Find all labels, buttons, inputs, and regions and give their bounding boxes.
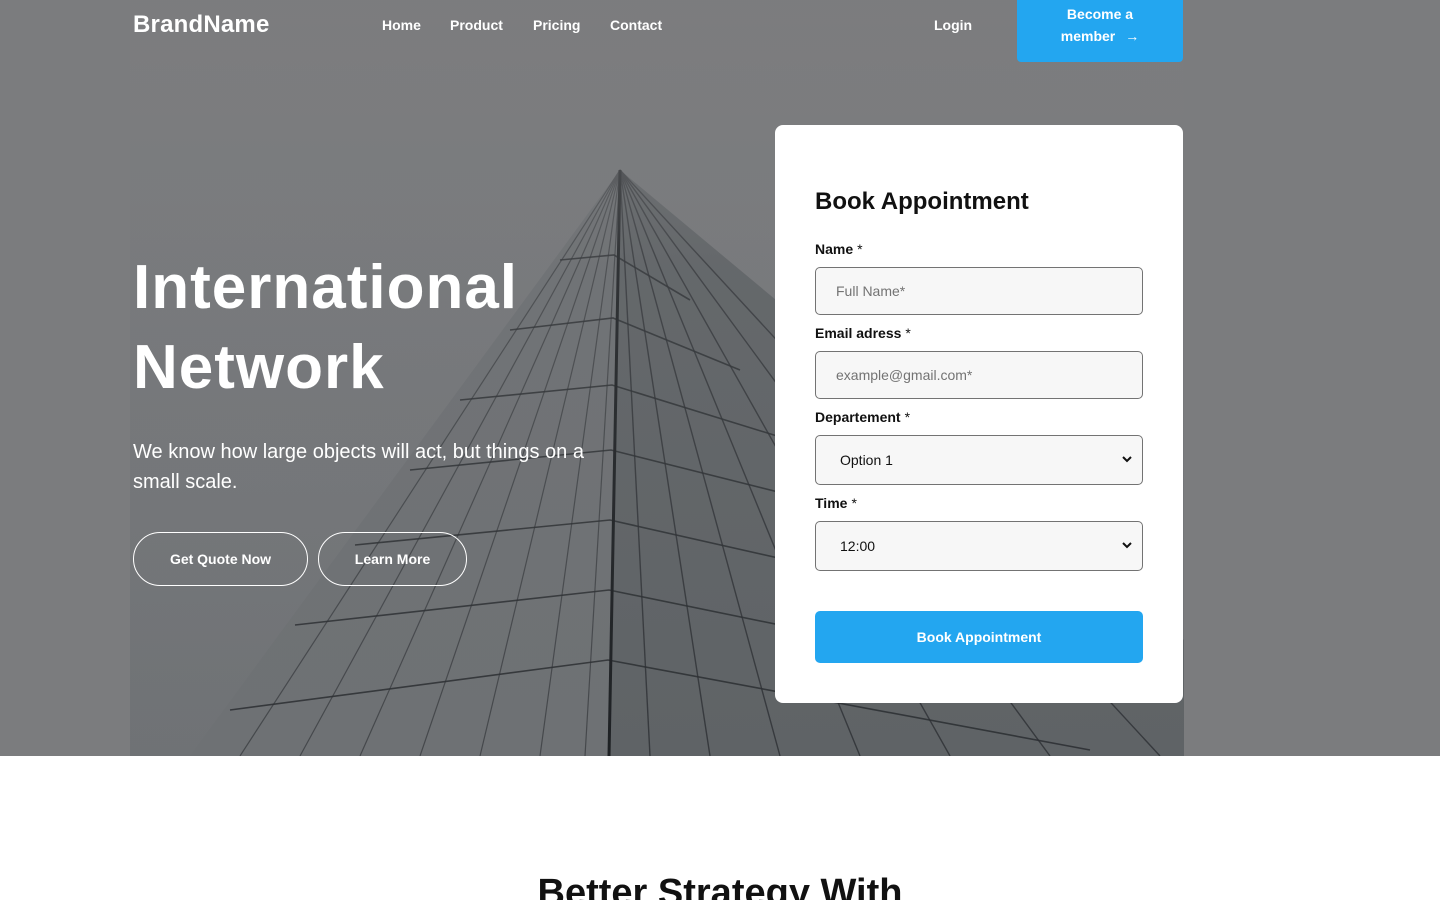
hero-title: International Network — [133, 248, 693, 408]
name-label: Name * — [815, 241, 863, 257]
section-heading: Better Strategy With — [537, 872, 903, 900]
time-selected-value: 12:00 — [840, 538, 876, 554]
get-quote-button[interactable]: Get Quote Now — [133, 532, 308, 586]
department-selected-value: Option 1 — [840, 452, 893, 468]
chevron-down-icon — [1122, 456, 1132, 463]
hero-title-line2: Network — [133, 333, 385, 402]
member-button-line1: Become a — [1066, 6, 1134, 22]
arrow-right-icon: → — [1125, 28, 1140, 44]
appointment-form-card: Book Appointment Name* Email adress* Dep… — [775, 125, 1183, 703]
form-title: Book Appointment — [815, 188, 1029, 215]
department-select[interactable]: Option 1 — [815, 435, 1143, 485]
hero-subtitle: We know how large objects will act, but … — [133, 441, 584, 493]
nav-link-product[interactable]: Product — [450, 17, 503, 33]
department-label-text: Departement — [815, 409, 901, 425]
chevron-down-icon — [1122, 542, 1132, 549]
brand-logo[interactable]: BrandName — [133, 11, 270, 39]
nav-link-contact[interactable]: Contact — [610, 17, 662, 33]
become-member-button[interactable]: Become a member → — [1017, 0, 1183, 62]
required-mark: * — [904, 409, 911, 425]
time-select[interactable]: 12:00 — [815, 521, 1143, 571]
learn-more-button[interactable]: Learn More — [318, 532, 467, 586]
login-link[interactable]: Login — [934, 17, 972, 33]
member-button-line2: member → — [1017, 25, 1183, 47]
name-input[interactable] — [815, 267, 1143, 315]
department-label: Departement * — [815, 409, 910, 425]
email-input[interactable] — [815, 351, 1143, 399]
name-label-text: Name — [815, 241, 854, 257]
required-mark: * — [905, 325, 911, 341]
time-label-text: Time — [815, 495, 848, 511]
email-label-text: Email adress — [815, 325, 902, 341]
book-appointment-button[interactable]: Book Appointment — [815, 611, 1143, 663]
member-button-label: member — [1060, 28, 1116, 44]
required-mark: * — [851, 495, 857, 511]
top-navbar: BrandName Home Product Pricing Contact L… — [0, 0, 1440, 62]
email-label: Email adress * — [815, 325, 911, 341]
required-mark: * — [857, 241, 863, 257]
hero-title-line1: International — [133, 253, 519, 322]
nav-link-pricing[interactable]: Pricing — [533, 17, 580, 33]
nav-link-home[interactable]: Home — [382, 17, 421, 33]
time-label: Time * — [815, 495, 857, 511]
